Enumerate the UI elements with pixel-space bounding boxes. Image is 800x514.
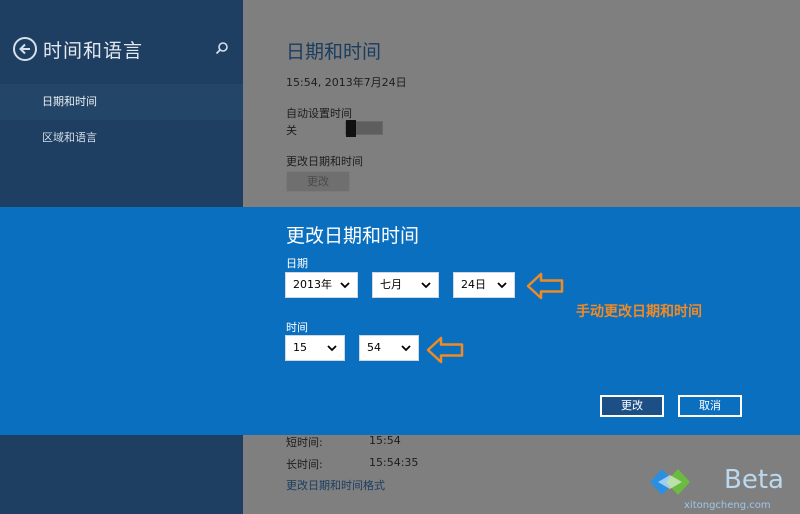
sidebar-title: 时间和语言 — [43, 40, 144, 62]
chevron-down-icon — [421, 282, 431, 289]
change-date-time-button[interactable]: 更改 — [286, 171, 350, 192]
month-select[interactable]: 七月 — [372, 272, 439, 298]
watermark-text: Beta — [724, 465, 784, 495]
sidebar-item-region-language[interactable]: 区域和语言 — [0, 120, 243, 156]
annotation-text: 手动更改日期和时间 — [576, 304, 702, 320]
current-datetime: 15:54, 2013年7月24日 — [286, 76, 407, 89]
cancel-button[interactable]: 取消 — [678, 395, 742, 417]
short-time-label: 短时间: — [286, 436, 323, 449]
minute-select[interactable]: 54 — [359, 335, 419, 361]
annotation-arrow-icon — [526, 272, 564, 300]
chevron-down-icon — [340, 282, 350, 289]
back-button[interactable] — [13, 37, 37, 61]
change-date-time-label: 更改日期和时间 — [286, 155, 363, 168]
time-label: 时间 — [286, 321, 308, 334]
short-time-value: 15:54 — [369, 434, 401, 447]
date-label: 日期 — [286, 257, 308, 270]
day-select[interactable]: 24日 — [453, 272, 515, 298]
chevron-down-icon — [497, 282, 507, 289]
dialog-title: 更改日期和时间 — [286, 225, 420, 247]
watermark: Beta xitongcheng.com — [648, 463, 800, 514]
long-time-value: 15:54:35 — [369, 456, 419, 469]
search-icon — [215, 42, 228, 55]
page-title: 日期和时间 — [286, 41, 382, 63]
change-date-time-dialog: 更改日期和时间 日期 2013年 七月 24日 时间 15 54 手动更改日期和… — [0, 207, 800, 435]
hour-select[interactable]: 15 — [285, 335, 345, 361]
auto-set-time-toggle[interactable] — [345, 120, 383, 137]
hour-value: 15 — [293, 341, 307, 354]
year-select[interactable]: 2013年 — [285, 272, 358, 298]
minute-value: 54 — [367, 341, 381, 354]
windows-logo-icon — [650, 469, 690, 495]
confirm-change-button[interactable]: 更改 — [600, 395, 664, 417]
sidebar-item-date-time[interactable]: 日期和时间 — [0, 84, 243, 120]
watermark-subtext: xitongcheng.com — [684, 500, 771, 511]
back-arrow-icon — [19, 43, 30, 55]
toggle-knob — [346, 120, 356, 137]
long-time-label: 长时间: — [286, 458, 323, 471]
year-value: 2013年 — [293, 278, 332, 291]
auto-set-time-label: 自动设置时间 — [286, 107, 352, 120]
month-value: 七月 — [380, 278, 402, 291]
day-value: 24日 — [461, 278, 486, 291]
chevron-down-icon — [327, 345, 337, 352]
annotation-arrow-icon — [426, 336, 464, 364]
auto-set-time-state: 关 — [286, 124, 297, 137]
change-format-link[interactable]: 更改日期和时间格式 — [286, 477, 385, 493]
chevron-down-icon — [401, 345, 411, 352]
search-button[interactable] — [213, 40, 231, 58]
